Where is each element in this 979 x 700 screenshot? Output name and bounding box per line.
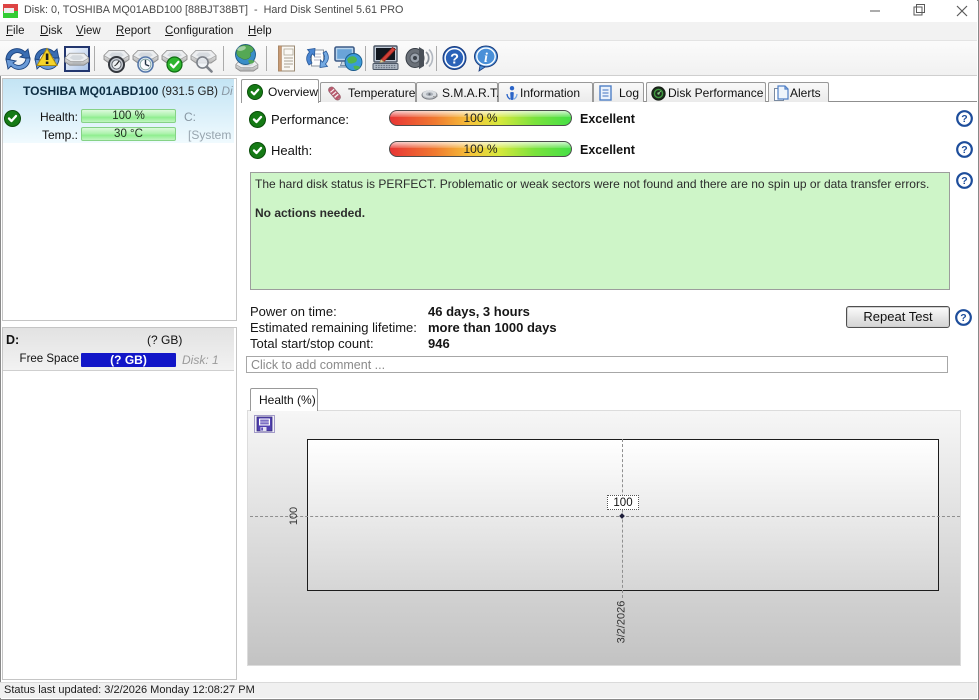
svg-text:?: ?: [450, 51, 459, 67]
svg-text:i: i: [484, 51, 488, 66]
